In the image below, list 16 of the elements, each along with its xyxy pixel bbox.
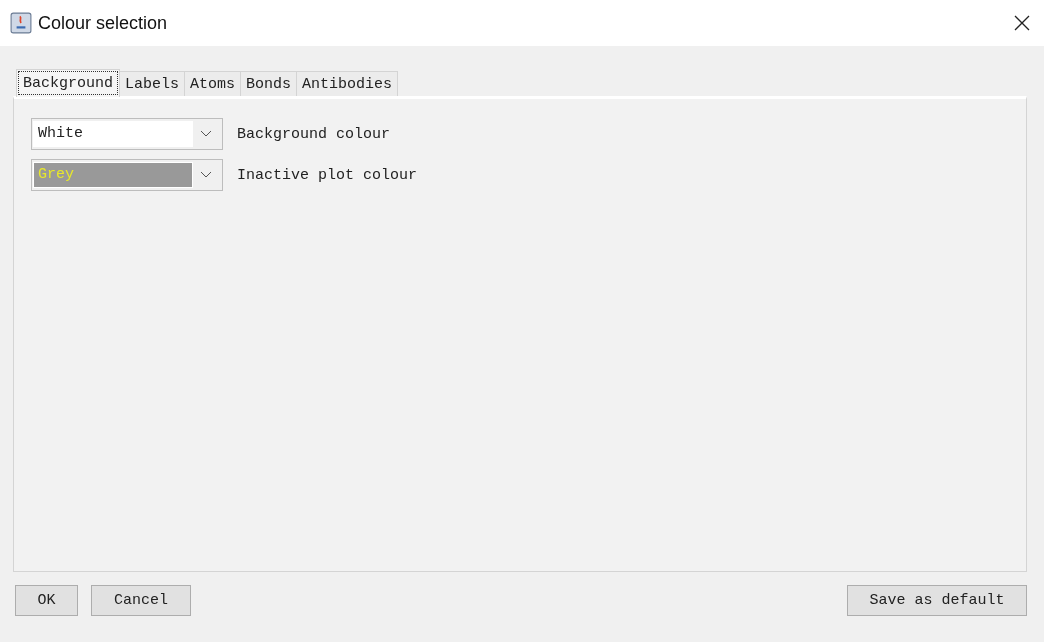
tab[interactable]: Labels xyxy=(119,71,186,96)
chevron-down-icon xyxy=(200,130,212,138)
dialog-button[interactable]: Save as default xyxy=(847,585,1027,616)
setting-label: Inactive plot colour xyxy=(237,166,418,184)
close-icon[interactable] xyxy=(1014,15,1030,31)
chevron-down-icon xyxy=(200,171,212,179)
app-icon xyxy=(10,12,32,34)
tab[interactable]: Bonds xyxy=(240,71,298,96)
colour-dropdown[interactable]: White xyxy=(31,118,223,150)
tab[interactable]: Atoms xyxy=(184,71,242,96)
tab[interactable]: Background xyxy=(16,69,120,97)
window-title: Colour selection xyxy=(38,12,168,34)
tab[interactable]: Antibodies xyxy=(296,71,399,96)
dialog-button[interactable]: OK xyxy=(15,585,78,616)
setting-label: Background colour xyxy=(237,125,391,143)
dialog-button[interactable]: Cancel xyxy=(91,585,191,616)
